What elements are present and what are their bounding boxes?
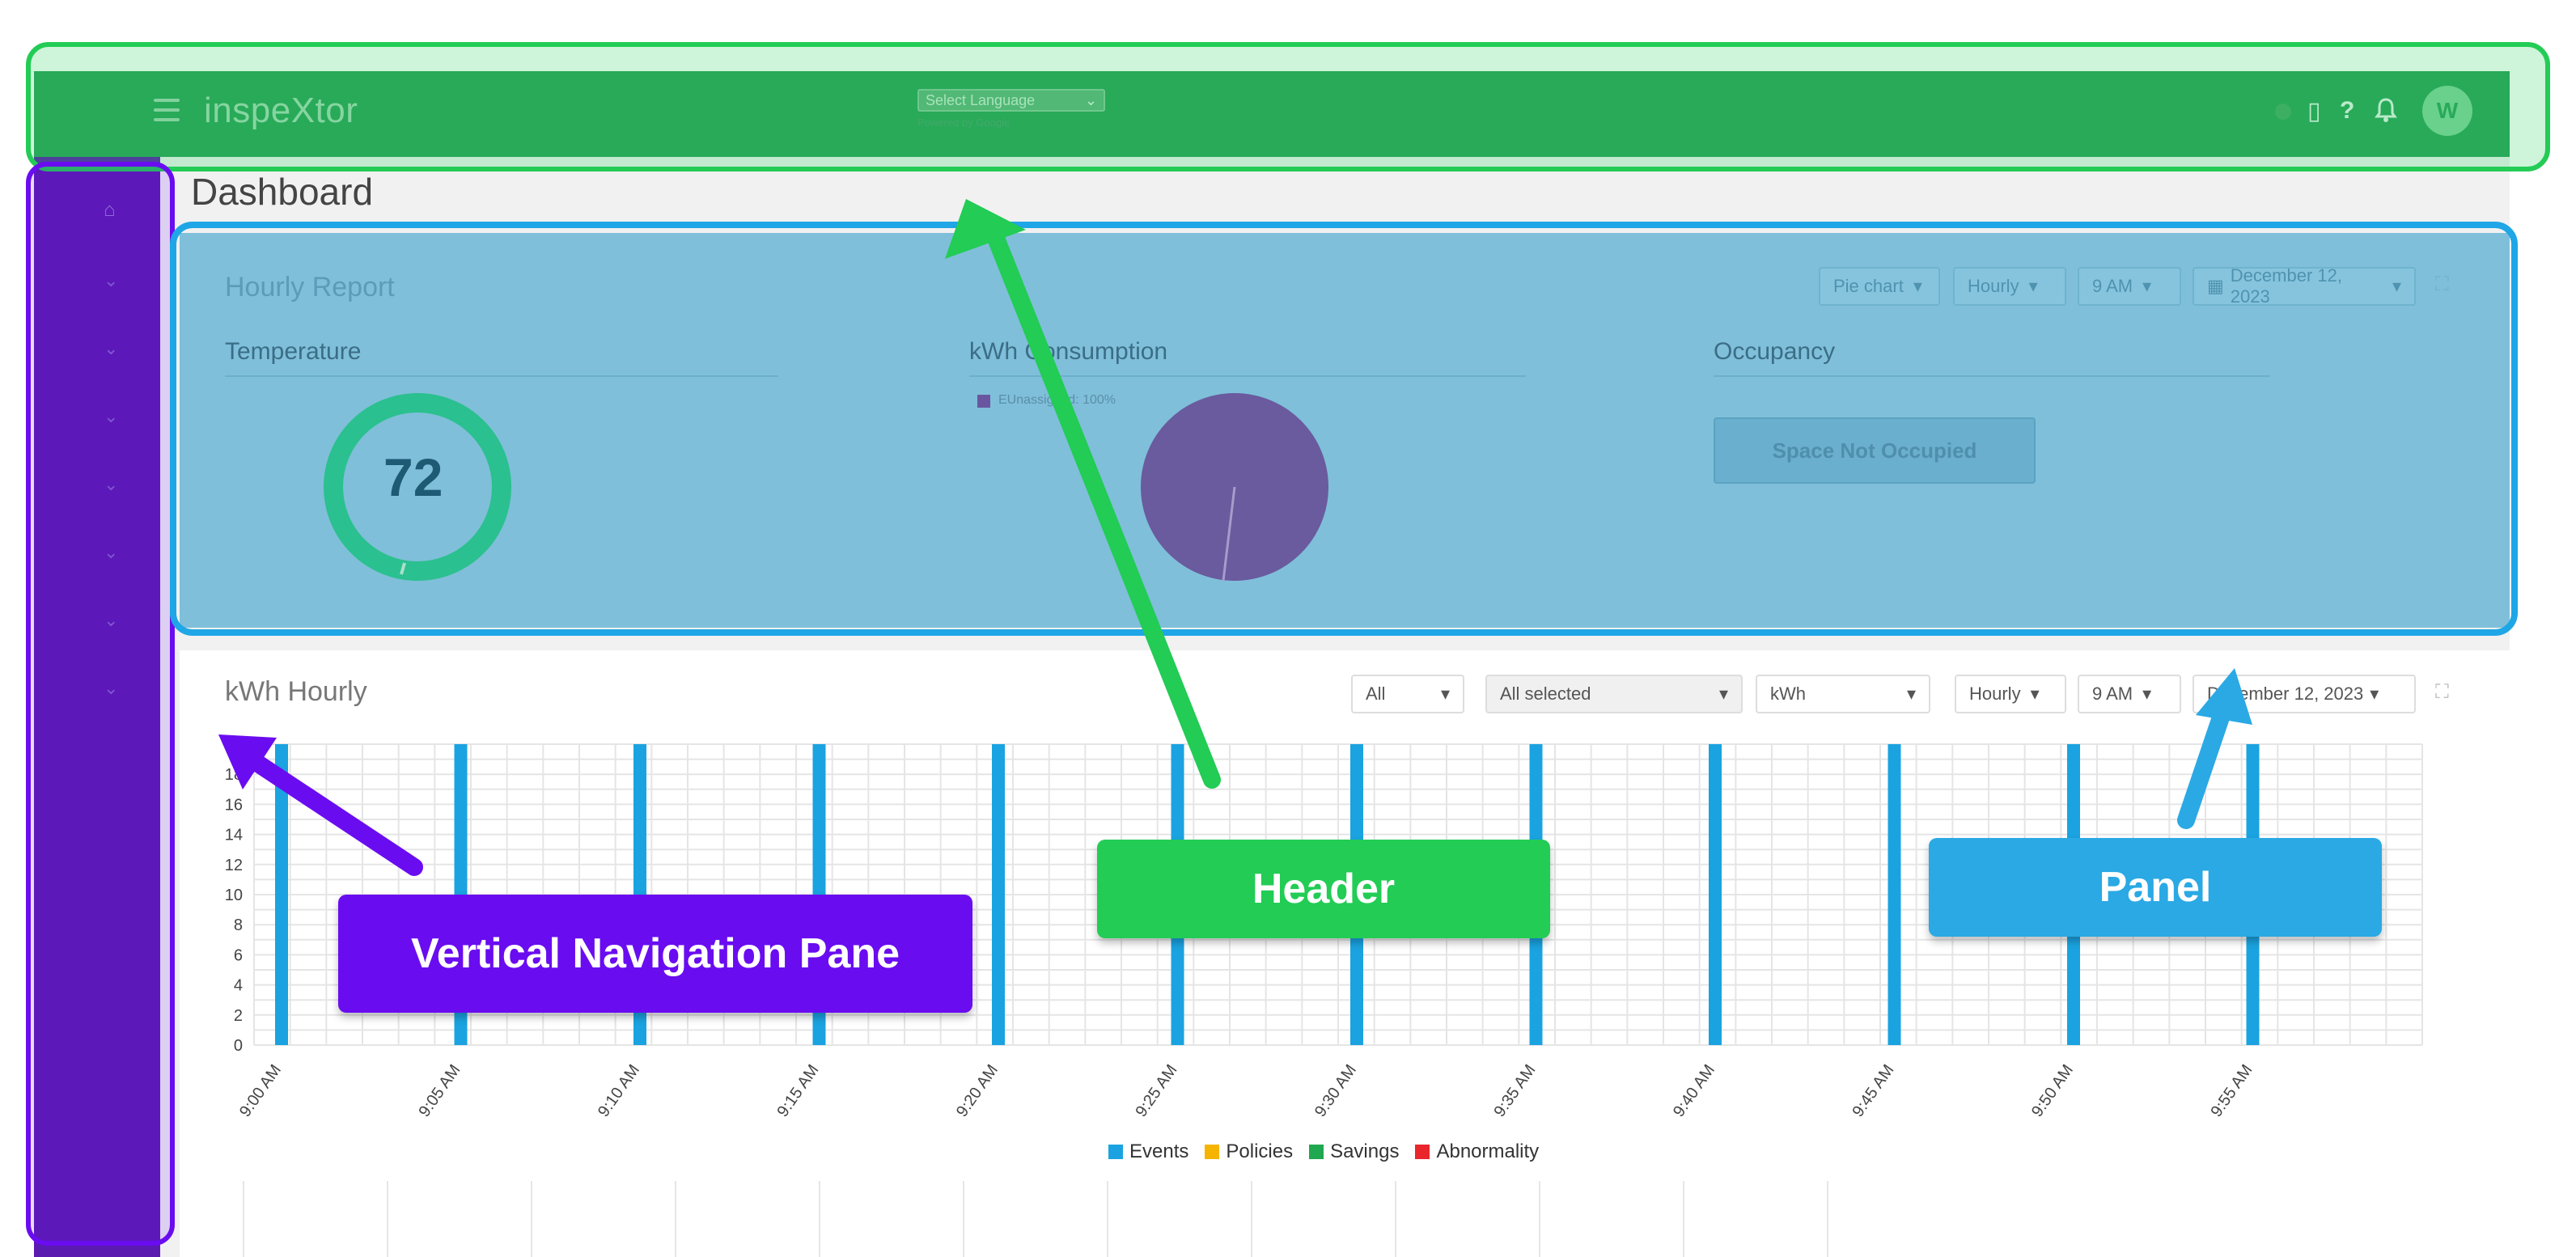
callout-header: Header bbox=[1097, 840, 1550, 938]
callout-nav: Vertical Navigation Pane bbox=[338, 895, 972, 1013]
callout-panel: Panel bbox=[1929, 838, 2382, 937]
callout-arrows bbox=[218, 199, 2252, 876]
